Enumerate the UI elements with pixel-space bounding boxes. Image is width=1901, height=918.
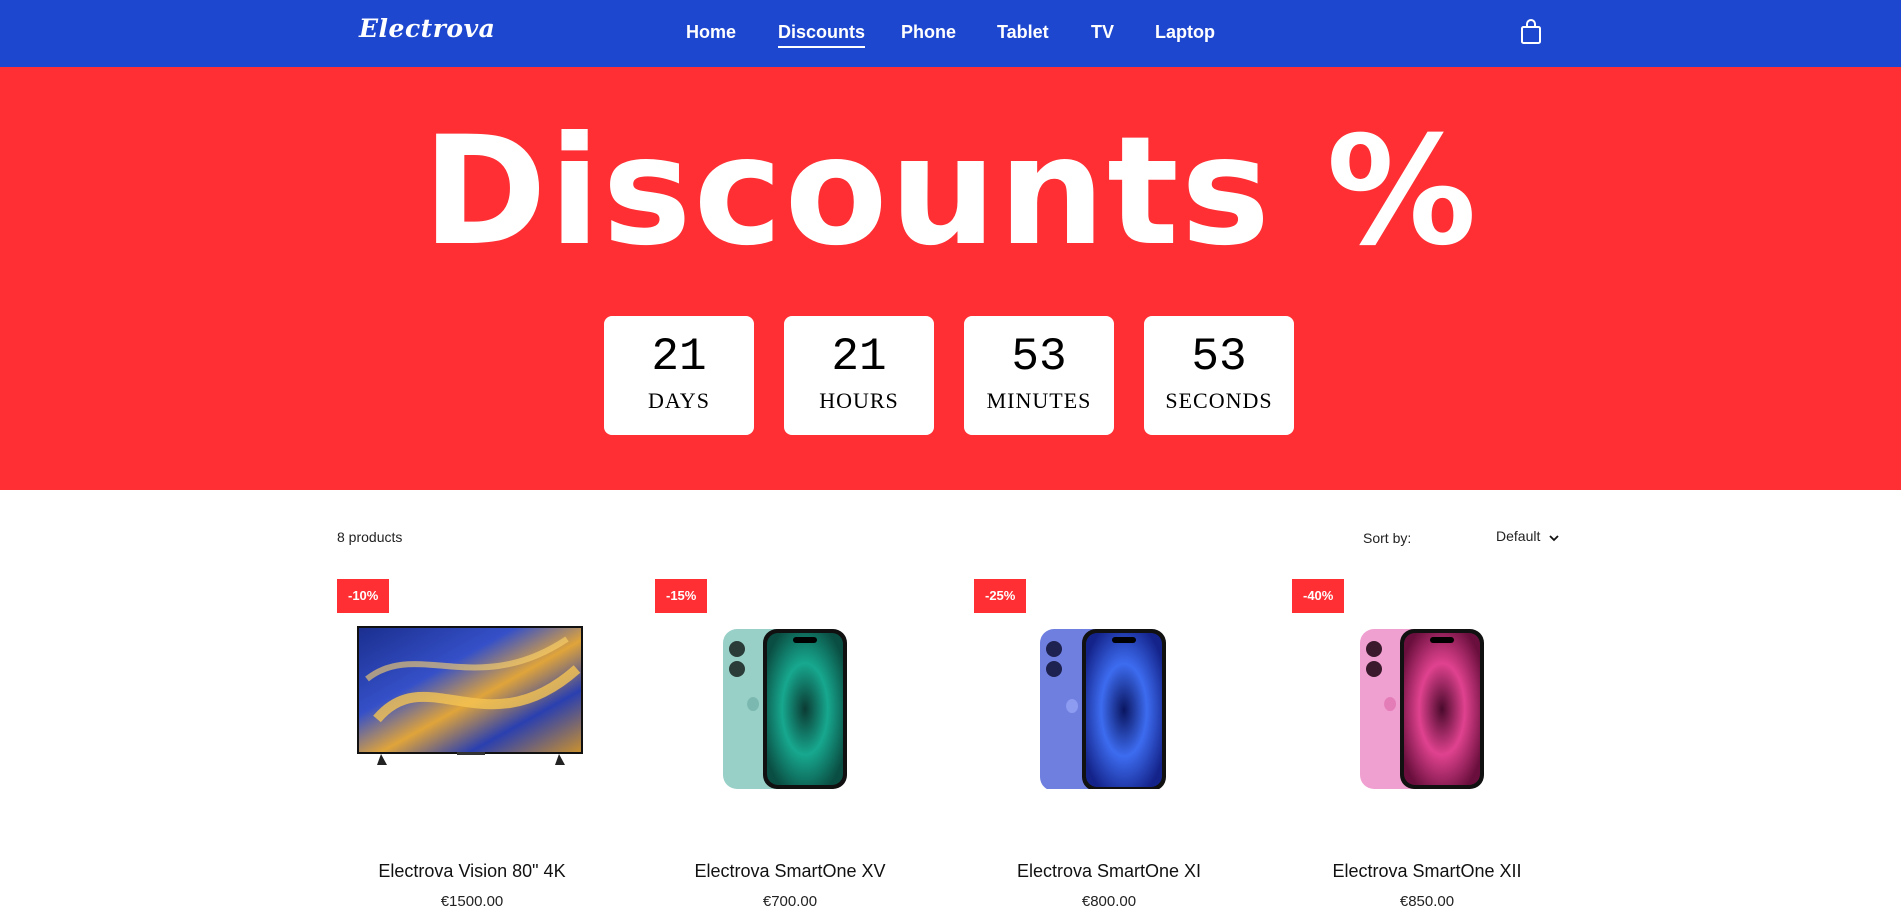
countdown-days: 21 DAYS [604,316,754,435]
countdown-value: 53 [1011,331,1067,383]
countdown-label: SECONDS [1165,388,1273,413]
countdown-label: MINUTES [986,388,1092,413]
countdown-seconds: 53 SECONDS [1144,316,1294,435]
main-nav: Home Discounts Phone Tablet TV Laptop [0,22,1901,48]
countdown-label: DAYS [648,388,710,413]
product-price: €700.00 [762,893,818,910]
product-card[interactable]: -15% Electrova SmartOne XV €700.00 [655,579,925,918]
product-name[interactable]: Electrova SmartOne XV [655,861,925,882]
countdown-value: 53 [1191,331,1247,383]
discount-badge: -25% [974,579,1027,613]
nav-discounts[interactable]: Discounts [778,22,866,48]
sort-select[interactable]: Default [1496,528,1562,548]
countdown-label: HOURS [819,388,899,413]
chevron-down-icon [1548,531,1560,543]
product-price: €800.00 [1081,893,1137,910]
discount-badge: -10% [337,579,390,613]
product-count: 8 products [337,529,403,545]
countdown-value: 21 [831,331,887,383]
product-name[interactable]: Electrova SmartOne XII [1292,861,1562,882]
nav-tv[interactable]: TV [1091,22,1114,43]
countdown-hours: 21 HOURS [784,316,934,435]
sort-value: Default [1496,528,1541,544]
product-image[interactable] [1292,619,1562,789]
product-image[interactable] [337,619,607,789]
nav-laptop[interactable]: Laptop [1155,22,1215,43]
product-image[interactable] [655,619,925,789]
discount-hero: Discounts % 21 DAYS 21 HOURS 53 MINUTES … [0,67,1901,490]
product-name[interactable]: Electrova SmartOne XI [974,861,1244,882]
nav-home[interactable]: Home [686,22,736,43]
shopping-bag-icon[interactable] [1519,19,1543,45]
discount-badge: -40% [1292,579,1345,613]
product-card[interactable]: -25% Electrova SmartOne XI €800.00 [974,579,1244,918]
product-price: €1500.00 [440,893,504,910]
hero-title: Discounts % [422,105,1479,279]
top-navbar: Electrova Home Discounts Phone Tablet TV… [0,0,1901,67]
product-price: €850.00 [1399,893,1455,910]
discount-badge: -15% [655,579,708,613]
product-image[interactable] [974,619,1244,791]
nav-phone[interactable]: Phone [901,22,956,43]
product-card[interactable]: -10% Electrova Vision 80" 4K €1500.00 [337,579,607,918]
sort-label: Sort by: [1363,530,1412,546]
countdown-minutes: 53 MINUTES [964,316,1114,435]
product-name[interactable]: Electrova Vision 80" 4K [337,861,607,882]
nav-tablet[interactable]: Tablet [997,22,1049,43]
countdown-value: 21 [651,331,707,383]
product-card[interactable]: -40% Electrova SmartOne XII €850.00 [1292,579,1562,918]
